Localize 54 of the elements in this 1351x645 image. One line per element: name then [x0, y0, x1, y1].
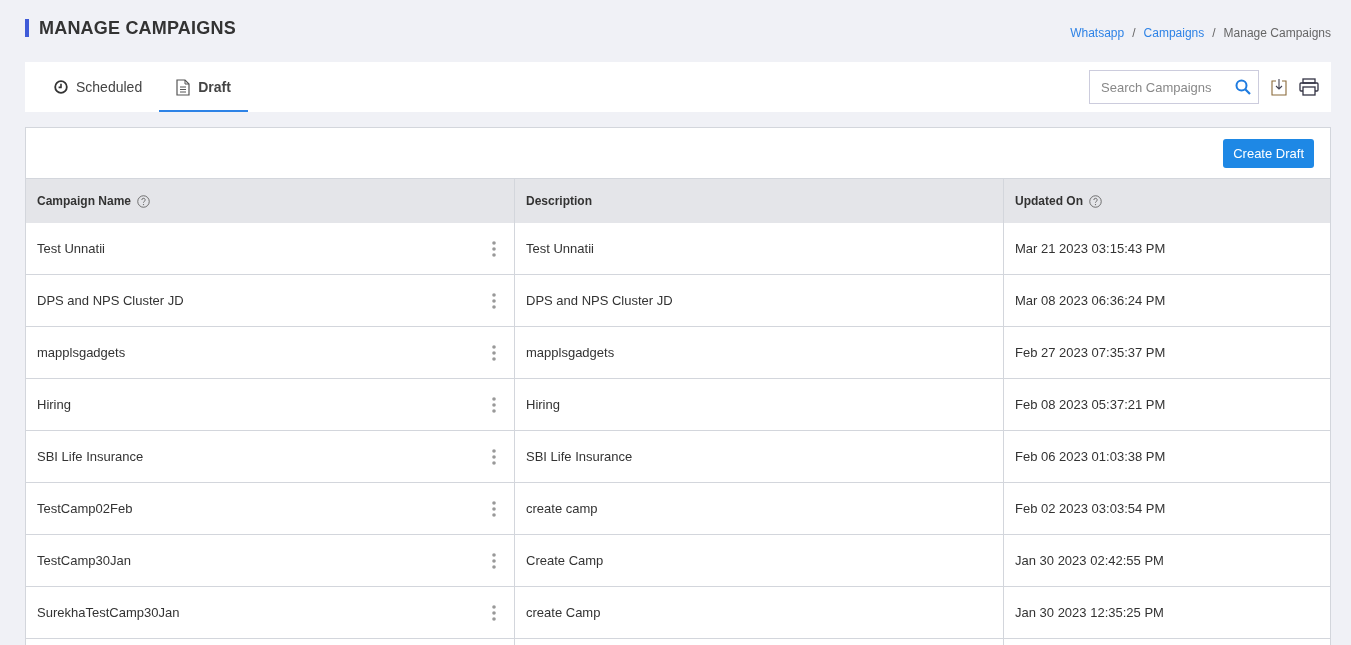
campaign-name: Test Unnatii [37, 241, 105, 256]
table-cell: Create Camp [515, 535, 1004, 587]
campaign-name: DPS and NPS Cluster JD [37, 293, 184, 308]
document-icon [176, 78, 191, 96]
more-options-icon[interactable] [492, 500, 496, 517]
table-cell: Mar 08 2023 06:36:24 PM [1004, 275, 1330, 327]
breadcrumb-link[interactable]: Whatsapp [1070, 26, 1125, 40]
campaign-name: Hiring [37, 397, 71, 412]
table-cell: create Camp [515, 587, 1004, 639]
table-cell: Feb 27 2023 07:35:37 PM [1004, 327, 1330, 379]
tab[interactable]: Scheduled [37, 62, 160, 112]
table-cell: Jan 30 2023 02:42:55 PM [1004, 535, 1330, 587]
print-button[interactable] [1299, 78, 1319, 96]
help-icon [1089, 194, 1102, 208]
table-cell: Feb 06 2023 01:03:38 PM [1004, 431, 1330, 483]
more-options-icon[interactable] [492, 344, 496, 361]
campaign-name: mapplsgadgets [37, 345, 126, 360]
table-cell: Jan 30 2023 12:35:25 PM [1004, 587, 1330, 639]
campaign-name: SurekhaTestCamp30Jan [37, 605, 180, 620]
current-page-label: Manage Campaigns [1223, 26, 1331, 40]
search-field[interactable]: Search Campaigns [1089, 70, 1259, 104]
breadcrumb-separator: / [1212, 26, 1216, 40]
column-title: Updated On [1015, 194, 1083, 208]
more-options-icon[interactable] [492, 292, 496, 309]
download-icon [1271, 78, 1287, 96]
campaign-name: TestCamp30Jan [37, 553, 131, 568]
campaign-name: SBI Life Insurance [37, 449, 144, 464]
page-title: MANAGE CAMPAIGNS [25, 19, 236, 37]
column-title: Campaign Name [37, 194, 132, 208]
more-options-icon[interactable] [492, 240, 496, 257]
table-cell: create camp [515, 483, 1004, 535]
create-draft-button[interactable]: Create Draft [1223, 138, 1314, 168]
table-cell: Feb 02 2023 03:03:54 PM [1004, 483, 1330, 535]
more-options-icon[interactable] [492, 396, 496, 413]
help-icon [137, 194, 151, 208]
table-cell: DPS and NPS Cluster JD [515, 275, 1004, 327]
table-cell: Test Unnatii [515, 223, 1004, 275]
column-title: Description [526, 194, 592, 208]
breadcrumb-separator: / [1132, 26, 1136, 40]
tab[interactable]: Draft [159, 62, 248, 112]
breadcrumb-link[interactable]: Campaigns [1143, 26, 1205, 40]
download-button[interactable] [1271, 78, 1287, 96]
more-options-icon[interactable] [492, 448, 496, 465]
campaign-name: TestCamp02Feb [37, 501, 133, 516]
more-options-icon[interactable] [492, 552, 496, 569]
table-cell: Feb 08 2023 05:37:21 PM [1004, 379, 1330, 431]
table-cell: mapplsgadgets [515, 327, 1004, 379]
clock-icon [54, 80, 68, 94]
print-icon [1299, 78, 1319, 96]
more-options-icon[interactable] [492, 604, 496, 621]
table-cell: SBI Life Insurance [515, 431, 1004, 483]
search-icon[interactable] [1235, 79, 1251, 95]
table-cell: Mar 21 2023 03:15:43 PM [1004, 223, 1330, 275]
table-cell: Hiring [515, 379, 1004, 431]
